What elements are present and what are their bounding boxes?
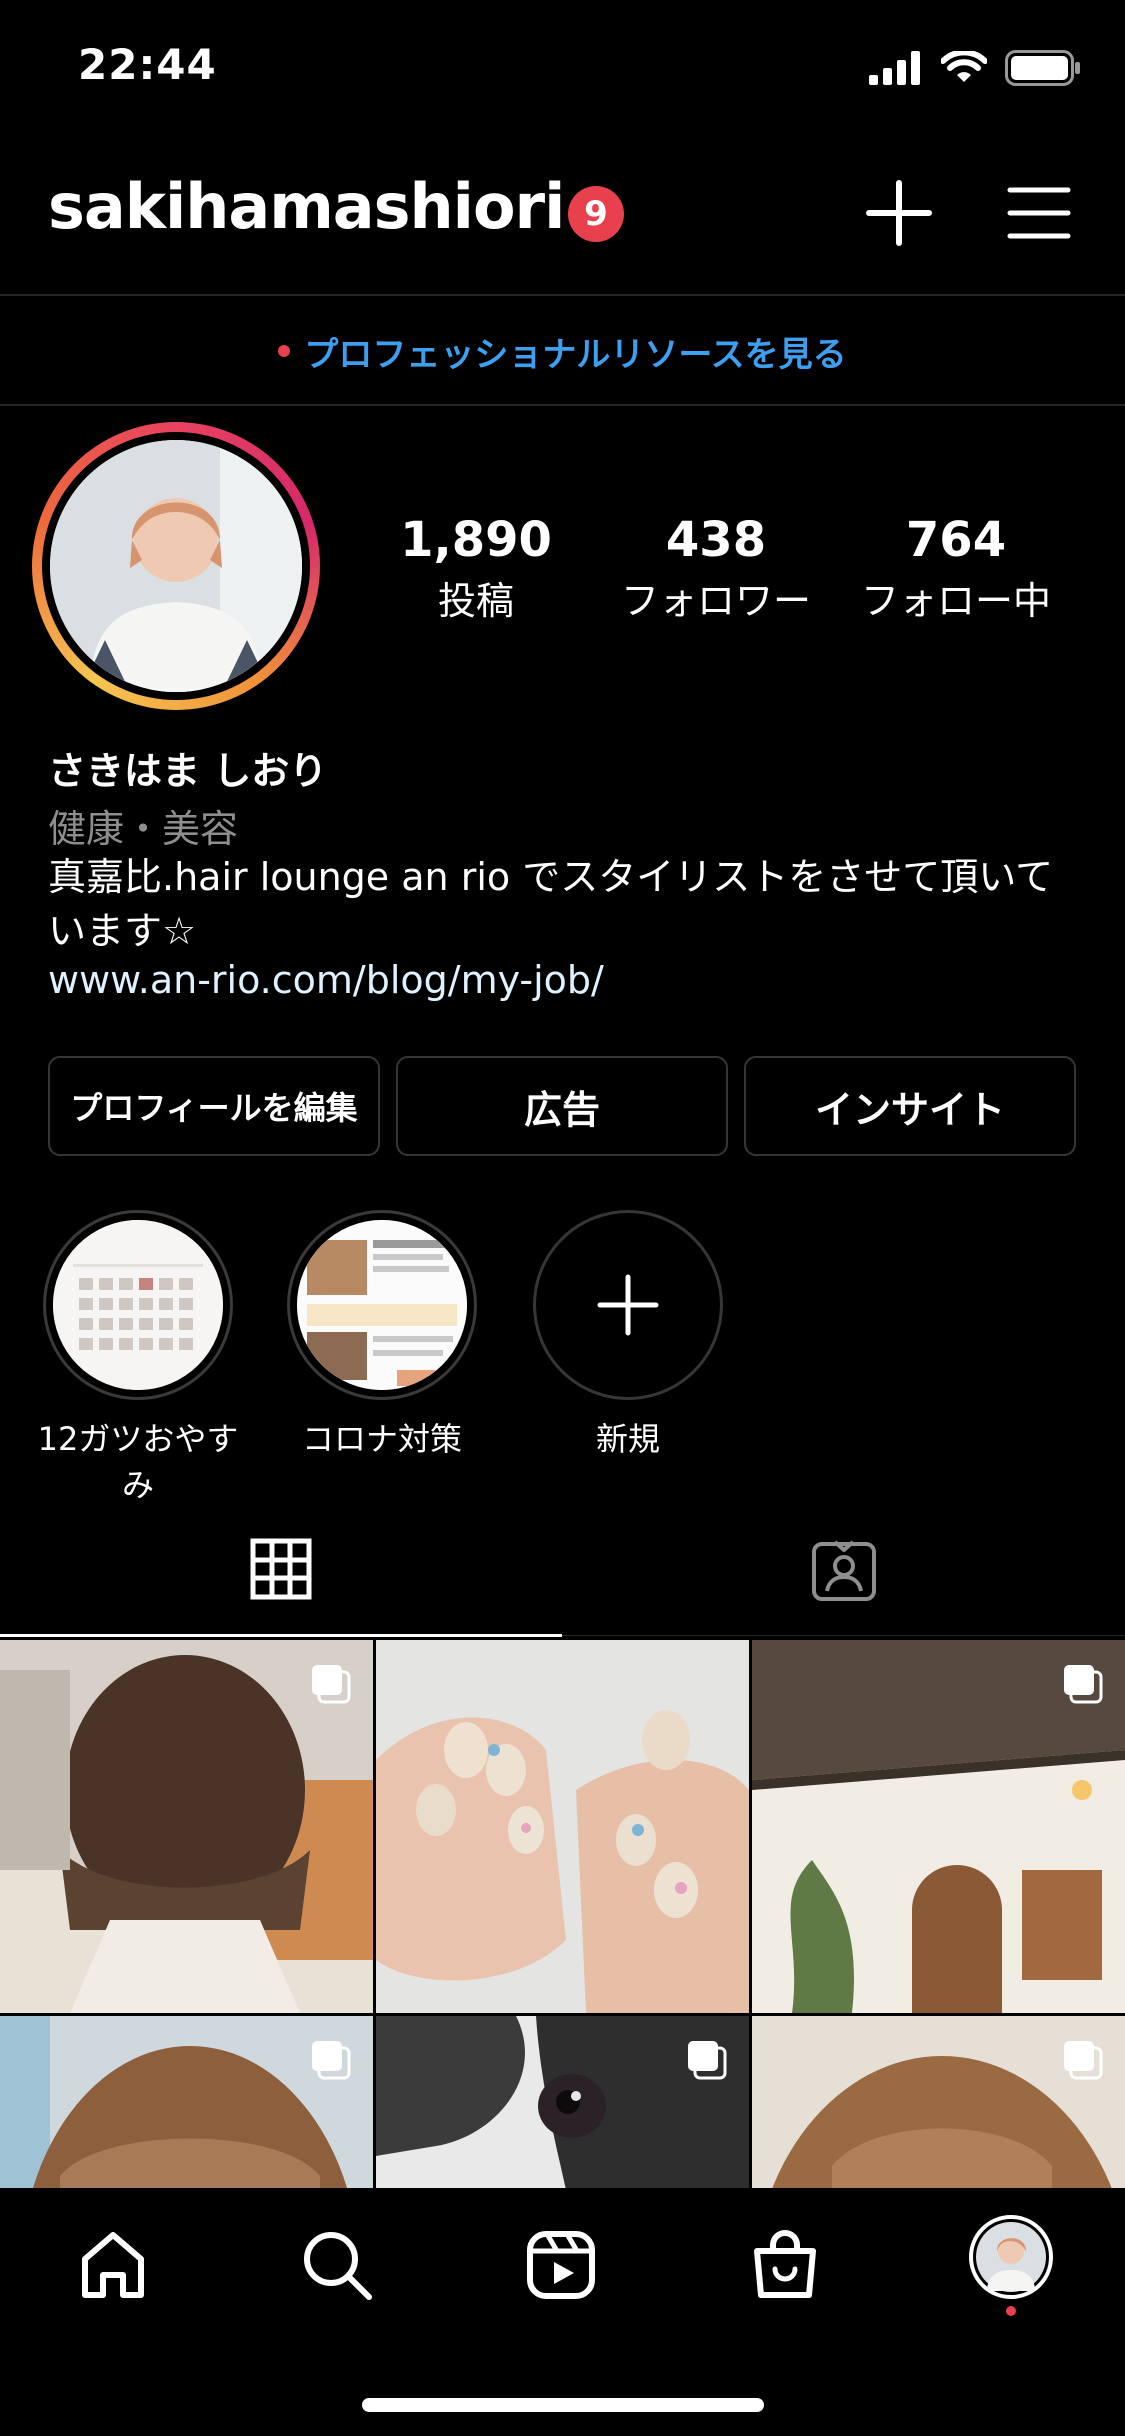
bio-text: 真嘉比.hair lounge an rio でスタイリストをさせて頂いています… xyxy=(48,855,1054,953)
new-highlight-button[interactable]: 新規 xyxy=(518,1210,738,1460)
edit-profile-button[interactable]: プロフィールを編集 xyxy=(48,1056,380,1156)
stat-following[interactable]: 764 フォロー中 xyxy=(836,512,1076,625)
stat-followers-label: フォロワー xyxy=(620,579,811,623)
multiple-photos-icon xyxy=(1064,2041,1103,2080)
highlight-item[interactable]: 12ガツおやすみ xyxy=(28,1210,248,1506)
stat-followers-count: 438 xyxy=(665,512,767,568)
new-post-button[interactable] xyxy=(864,178,934,248)
shop-icon xyxy=(754,2230,816,2298)
highlight-label: 新規 xyxy=(595,1420,660,1458)
stat-posts[interactable]: 1,890 投稿 xyxy=(356,512,596,625)
multiple-photos-icon xyxy=(312,2041,351,2080)
stat-posts-count: 1,890 xyxy=(400,512,552,568)
tab-tagged[interactable] xyxy=(562,1500,1125,1638)
home-indicator xyxy=(362,2398,764,2412)
highlight-label: 12ガツおやすみ xyxy=(37,1420,239,1504)
highlight-cover xyxy=(287,1210,477,1400)
plus-icon xyxy=(866,180,932,246)
reels-icon xyxy=(527,2231,595,2299)
multiple-photos-icon xyxy=(688,2041,727,2080)
professional-resources-banner[interactable]: プロフェッショナルリソースを見る xyxy=(0,296,1125,406)
search-icon xyxy=(304,2232,372,2300)
highlight-item[interactable]: コロナ対策 xyxy=(272,1210,492,1460)
stat-followers[interactable]: 438 フォロワー xyxy=(596,512,836,625)
menu-button[interactable] xyxy=(1006,186,1072,240)
post-thumbnail[interactable] xyxy=(752,1640,1125,2013)
nav-shop[interactable] xyxy=(740,2220,830,2310)
profile-category: 健康・美容 xyxy=(48,807,239,851)
highlight-label: コロナ対策 xyxy=(301,1420,462,1458)
nav-reels[interactable] xyxy=(516,2220,606,2310)
notification-dot xyxy=(278,345,291,357)
grid-icon xyxy=(250,1538,312,1600)
stat-following-label: フォロー中 xyxy=(860,579,1051,623)
nav-search[interactable] xyxy=(292,2220,382,2310)
status-icons xyxy=(869,48,1081,88)
ads-button[interactable]: 広告 xyxy=(396,1056,728,1156)
tagged-icon xyxy=(811,1540,876,1601)
post-thumbnail[interactable] xyxy=(376,1640,749,2013)
plus-icon xyxy=(597,1274,659,1336)
stat-following-count: 764 xyxy=(905,512,1007,568)
insights-button[interactable]: インサイト xyxy=(744,1056,1076,1156)
nav-home[interactable] xyxy=(68,2220,158,2310)
multiple-photos-icon xyxy=(1064,1665,1103,1704)
menu-icon xyxy=(1007,187,1071,239)
avatar[interactable] xyxy=(50,440,302,692)
multiple-photos-icon xyxy=(312,1665,351,1704)
profile-username[interactable]: sakihamashiori xyxy=(48,170,565,243)
profile-avatar xyxy=(969,2215,1053,2299)
new-highlight-circle xyxy=(533,1210,723,1400)
wifi-icon xyxy=(941,51,987,82)
status-time: 22:44 xyxy=(78,40,217,89)
professional-resources-link[interactable]: プロフェッショナルリソースを見る xyxy=(304,327,846,376)
battery-icon xyxy=(1005,50,1080,86)
nav-profile[interactable] xyxy=(966,2212,1056,2302)
notification-badge[interactable]: 9 xyxy=(568,186,624,242)
stat-posts-label: 投稿 xyxy=(437,579,514,623)
display-name: さきはま しおり xyxy=(48,749,328,793)
tab-posts-grid[interactable] xyxy=(0,1500,562,1638)
home-icon xyxy=(82,2232,144,2298)
profile-notification-dot xyxy=(1006,2306,1016,2316)
highlight-cover xyxy=(43,1210,233,1400)
post-thumbnail[interactable] xyxy=(0,1640,373,2013)
active-tab-indicator xyxy=(0,1634,562,1637)
tab-divider xyxy=(562,1635,1125,1636)
banner-divider xyxy=(0,404,1125,406)
bio-link[interactable]: www.an-rio.com/blog/my-job/ xyxy=(48,958,604,1002)
signal-icon xyxy=(869,51,920,85)
